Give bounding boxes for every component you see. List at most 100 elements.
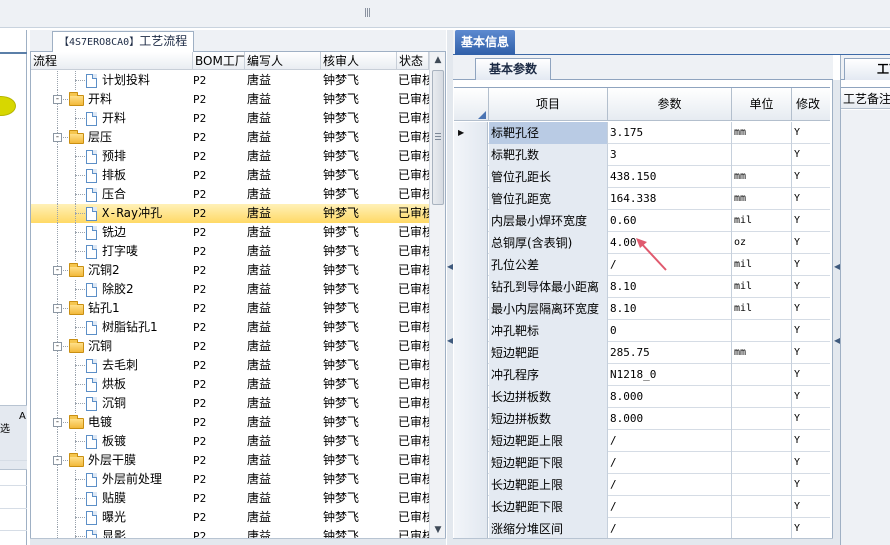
row-selector[interactable] bbox=[454, 188, 488, 210]
tree-row[interactable]: - 层压 P2 唐益 钟梦飞 已审核 bbox=[31, 128, 429, 147]
tree-vertical-scrollbar[interactable]: ▲ ▼ bbox=[429, 52, 445, 545]
param-value-cell[interactable]: 8.10 bbox=[608, 276, 732, 298]
row-selector[interactable] bbox=[454, 342, 488, 364]
tree-row[interactable]: 打字唛 P2 唐益 钟梦飞 已审核 bbox=[31, 242, 429, 261]
params-row[interactable]: 最小内层隔离环宽度 8.10 mil Y bbox=[454, 298, 830, 320]
collapse-toggle-icon[interactable]: - bbox=[53, 456, 62, 465]
tree-row[interactable]: X-Ray冲孔 P2 唐益 钟梦飞 已审核 bbox=[31, 204, 429, 223]
tree-row[interactable]: 去毛刺 P2 唐益 钟梦飞 已审核 bbox=[31, 356, 429, 375]
scroll-down-icon[interactable]: ▼ bbox=[430, 522, 445, 538]
param-value-cell[interactable]: 0 bbox=[608, 320, 732, 342]
column-header-process-notes[interactable]: 工艺备注 bbox=[841, 87, 890, 109]
row-selector[interactable]: ▶ bbox=[454, 122, 488, 144]
param-value-cell[interactable]: N1218_0 bbox=[608, 364, 732, 386]
params-row[interactable]: 管位孔距宽 164.338 mm Y bbox=[454, 188, 830, 210]
params-row[interactable]: 长边拼板数 8.000 Y bbox=[454, 386, 830, 408]
params-row[interactable]: 钻孔到导体最小距离 8.10 mil Y bbox=[454, 276, 830, 298]
param-value-cell[interactable]: 164.338 bbox=[608, 188, 732, 210]
row-selector[interactable] bbox=[454, 386, 488, 408]
row-selector[interactable] bbox=[454, 474, 488, 496]
row-selector[interactable] bbox=[454, 452, 488, 474]
collapse-toggle-icon[interactable]: - bbox=[53, 133, 62, 142]
column-header-bom[interactable]: BOM工厂 bbox=[193, 52, 245, 70]
params-row[interactable]: 标靶孔数 3 Y bbox=[454, 144, 830, 166]
param-value-cell[interactable]: 3 bbox=[608, 144, 732, 166]
row-selector[interactable] bbox=[454, 518, 488, 540]
param-value-cell[interactable]: 8.000 bbox=[608, 386, 732, 408]
tree-row[interactable]: 烘板 P2 唐益 钟梦飞 已审核 bbox=[31, 375, 429, 394]
row-selector[interactable] bbox=[454, 166, 488, 188]
tree-row[interactable]: 计划投料 P2 唐益 钟梦飞 已审核 bbox=[31, 71, 429, 90]
params-row[interactable]: 短边靶距下限 / Y bbox=[454, 452, 830, 474]
row-selector[interactable] bbox=[454, 232, 488, 254]
scroll-thumb[interactable] bbox=[432, 70, 444, 205]
column-header-writer[interactable]: 编写人 bbox=[245, 52, 321, 70]
param-value-cell[interactable]: / bbox=[608, 452, 732, 474]
row-selector[interactable] bbox=[454, 276, 488, 298]
column-header-flow[interactable]: 流程 bbox=[31, 52, 193, 70]
row-selector[interactable] bbox=[454, 430, 488, 452]
row-selector[interactable] bbox=[454, 320, 488, 342]
row-selector[interactable] bbox=[454, 210, 488, 232]
param-value-cell[interactable]: 3.175 bbox=[608, 122, 732, 144]
tab-basic-params[interactable]: 基本参数 bbox=[475, 58, 551, 80]
select-all-icon[interactable] bbox=[478, 111, 486, 119]
collapse-toggle-icon[interactable]: - bbox=[53, 95, 62, 104]
tree-row[interactable]: 排板 P2 唐益 钟梦飞 已审核 bbox=[31, 166, 429, 185]
params-row[interactable]: ▶ 标靶孔径 3.175 mm Y bbox=[454, 122, 830, 144]
tree-row[interactable]: 铣边 P2 唐益 钟梦飞 已审核 bbox=[31, 223, 429, 242]
row-selector[interactable] bbox=[454, 496, 488, 518]
tree-row[interactable]: 贴膜 P2 唐益 钟梦飞 已审核 bbox=[31, 489, 429, 508]
row-selector[interactable] bbox=[454, 364, 488, 386]
param-value-cell[interactable]: / bbox=[608, 430, 732, 452]
params-row[interactable]: 短边靶距 285.75 mm Y bbox=[454, 342, 830, 364]
params-row[interactable]: 冲孔程序 N1218_0 Y bbox=[454, 364, 830, 386]
param-value-cell[interactable]: 0.60 bbox=[608, 210, 732, 232]
param-value-cell[interactable]: 8.10 bbox=[608, 298, 732, 320]
tree-row[interactable]: 沉铜 P2 唐益 钟梦飞 已审核 bbox=[31, 394, 429, 413]
grid-horizontal-scrollbar[interactable] bbox=[453, 538, 833, 545]
tab-basic-info[interactable]: 基本信息 bbox=[455, 30, 516, 55]
param-value-cell[interactable]: 8.000 bbox=[608, 408, 732, 430]
column-header-param[interactable]: 参数 bbox=[608, 88, 732, 121]
tree-row[interactable]: - 钻孔1 P2 唐益 钟梦飞 已审核 bbox=[31, 299, 429, 318]
tree-row[interactable]: 外层前处理 P2 唐益 钟梦飞 已审核 bbox=[31, 470, 429, 489]
tab-process[interactable]: 工艺 bbox=[844, 58, 890, 80]
tree-row[interactable]: - 电镀 P2 唐益 钟梦飞 已审核 bbox=[31, 413, 429, 432]
params-row[interactable]: 长边靶距上限 / Y bbox=[454, 474, 830, 496]
tree-row[interactable]: - 开料 P2 唐益 钟梦飞 已审核 bbox=[31, 90, 429, 109]
collapse-toggle-icon[interactable]: - bbox=[53, 418, 62, 427]
tab-process-flow[interactable]: 【4S7ERO8CA0】工艺流程 bbox=[52, 31, 195, 52]
tree-row[interactable]: 除胶2 P2 唐益 钟梦飞 已审核 bbox=[31, 280, 429, 299]
column-header-modify[interactable]: 修改 bbox=[792, 88, 830, 121]
tree-row[interactable]: - 沉铜2 P2 唐益 钟梦飞 已审核 bbox=[31, 261, 429, 280]
params-row[interactable]: 管位孔距长 438.150 mm Y bbox=[454, 166, 830, 188]
column-header-status[interactable]: 状态 bbox=[397, 52, 429, 70]
tree-row[interactable]: - 外层干膜 P2 唐益 钟梦飞 已审核 bbox=[31, 451, 429, 470]
params-row[interactable]: 长边靶距下限 / Y bbox=[454, 496, 830, 518]
param-value-cell[interactable]: / bbox=[608, 496, 732, 518]
param-value-cell[interactable]: / bbox=[608, 474, 732, 496]
top-splitter-strip[interactable]: ||| bbox=[0, 0, 890, 28]
tree-row[interactable]: 预排 P2 唐益 钟梦飞 已审核 bbox=[31, 147, 429, 166]
params-row[interactable]: 涨缩分堆区间 / Y bbox=[454, 518, 830, 540]
row-selector[interactable] bbox=[454, 298, 488, 320]
row-selector[interactable] bbox=[454, 144, 488, 166]
tree-row[interactable]: 压合 P2 唐益 钟梦飞 已审核 bbox=[31, 185, 429, 204]
collapse-toggle-icon[interactable]: - bbox=[53, 266, 62, 275]
column-header-unit[interactable]: 单位 bbox=[732, 88, 792, 121]
tree-row[interactable]: 树脂钻孔1 P2 唐益 钟梦飞 已审核 bbox=[31, 318, 429, 337]
params-row[interactable]: 短边靶距上限 / Y bbox=[454, 430, 830, 452]
tree-horizontal-scrollbar[interactable] bbox=[30, 538, 446, 545]
params-row[interactable]: 短边拼板数 8.000 Y bbox=[454, 408, 830, 430]
params-row[interactable]: 冲孔靶标 0 Y bbox=[454, 320, 830, 342]
collapse-toggle-icon[interactable]: - bbox=[53, 342, 62, 351]
params-row[interactable]: 内层最小焊环宽度 0.60 mil Y bbox=[454, 210, 830, 232]
row-selector[interactable] bbox=[454, 254, 488, 276]
collapse-toggle-icon[interactable]: - bbox=[53, 304, 62, 313]
row-selector[interactable] bbox=[454, 408, 488, 430]
tree-row[interactable]: 开料 P2 唐益 钟梦飞 已审核 bbox=[31, 109, 429, 128]
param-value-cell[interactable]: / bbox=[608, 518, 732, 540]
tree-row[interactable]: - 沉铜 P2 唐益 钟梦飞 已审核 bbox=[31, 337, 429, 356]
param-value-cell[interactable]: 285.75 bbox=[608, 342, 732, 364]
